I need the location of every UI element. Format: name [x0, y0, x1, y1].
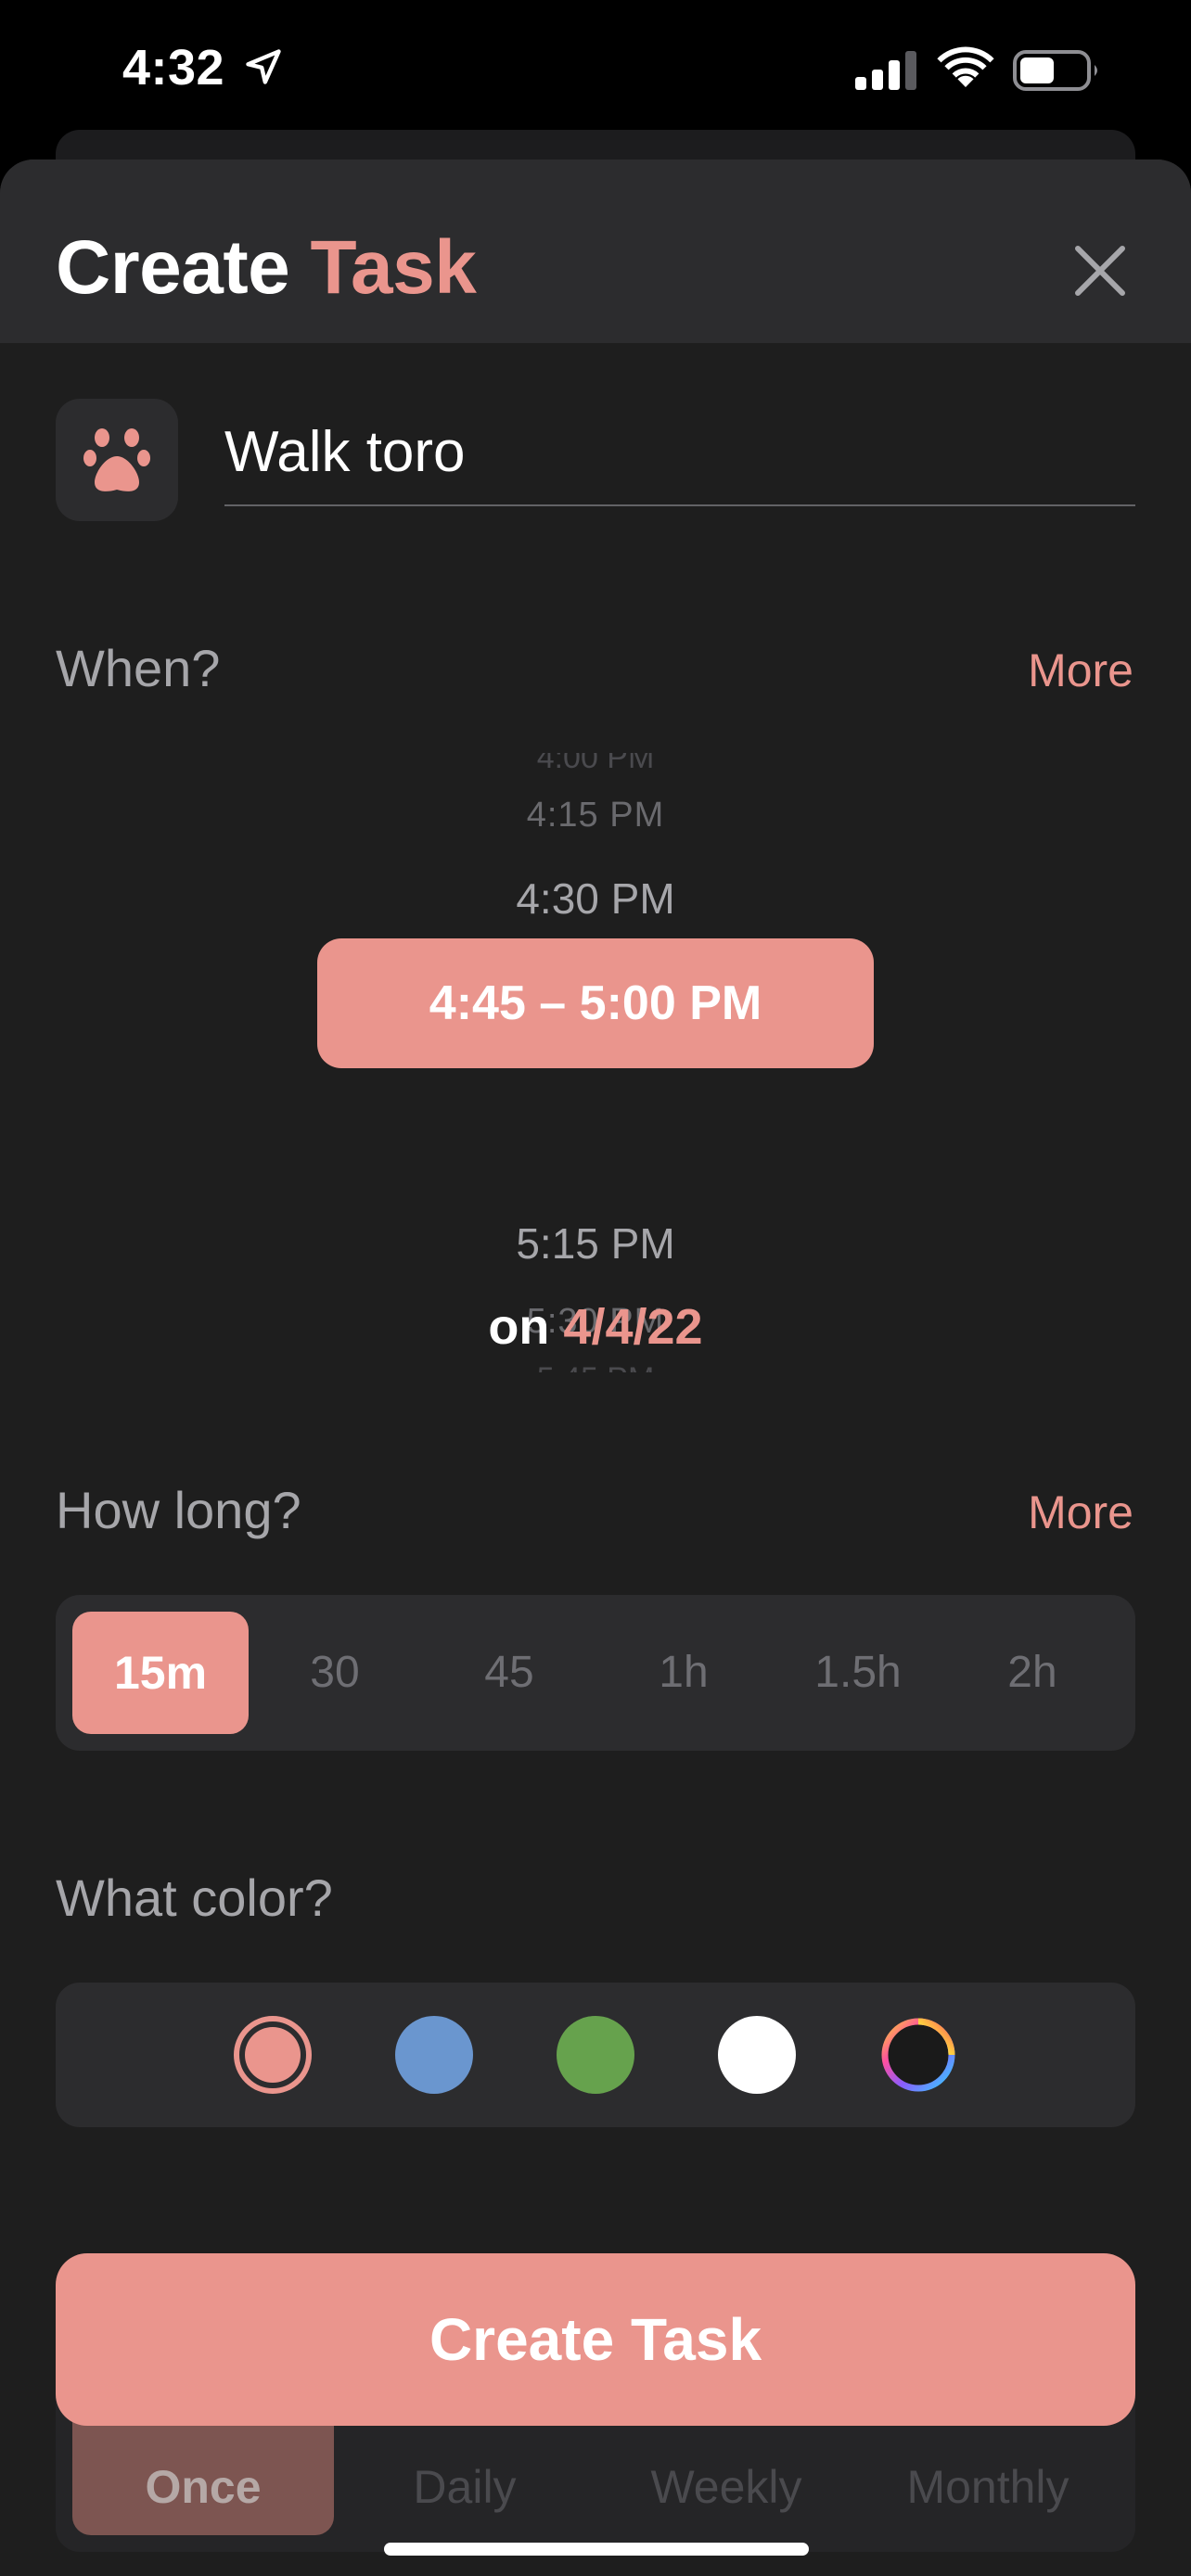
- duration-option-2h[interactable]: 2h: [944, 1612, 1121, 1734]
- status-time: 4:32: [122, 40, 225, 96]
- create-task-sheet: Create Task When? More 4:00 PM 4:15 PM 4…: [0, 159, 1191, 2576]
- battery-icon: [1013, 50, 1097, 91]
- location-arrow-icon: [246, 49, 281, 84]
- duration-segmented-control: 15m 30 45 1h 1.5h 2h: [56, 1595, 1135, 1751]
- title-prefix: Create: [56, 225, 290, 310]
- picker-selected-time[interactable]: 4:45 – 5:00 PM: [317, 938, 874, 1068]
- color-label: What color?: [56, 1868, 333, 1927]
- picker-row[interactable]: 4:00 PM: [0, 753, 1191, 772]
- task-icon-picker[interactable]: [56, 399, 178, 521]
- duration-option-15m[interactable]: 15m: [72, 1612, 249, 1734]
- duration-option-30[interactable]: 30: [247, 1612, 423, 1734]
- when-label: When?: [56, 639, 221, 697]
- how-long-label: How long?: [56, 1481, 301, 1539]
- picker-row[interactable]: 5:45 PM: [0, 1359, 1191, 1372]
- color-swatch-white[interactable]: [718, 2016, 796, 2094]
- picker-row[interactable]: 4:15 PM: [0, 796, 1191, 835]
- color-swatch-green[interactable]: [557, 2016, 634, 2094]
- create-task-button[interactable]: Create Task: [56, 2253, 1135, 2426]
- wifi-icon: [937, 46, 994, 87]
- duration-option-45[interactable]: 45: [421, 1612, 597, 1734]
- picker-row[interactable]: 5:15 PM: [0, 1218, 1191, 1269]
- task-name-input[interactable]: [224, 399, 1135, 506]
- title-accent: Task: [310, 225, 477, 310]
- status-bar: 4:32: [0, 0, 1191, 139]
- date-value[interactable]: 4/4/22: [563, 1299, 702, 1355]
- date-prefix: on: [488, 1299, 550, 1355]
- page-title: Create Task: [56, 224, 477, 312]
- cellular-signal-icon: [855, 51, 916, 90]
- picker-row[interactable]: 4:30 PM: [0, 874, 1191, 924]
- selected-swatch-fill: [245, 2027, 301, 2083]
- duration-option-1-5h[interactable]: 1.5h: [770, 1612, 946, 1734]
- duration-option-1h[interactable]: 1h: [596, 1612, 772, 1734]
- paw-icon: [83, 428, 150, 491]
- color-swatch-blue[interactable]: [395, 2016, 473, 2094]
- how-long-more-link[interactable]: More: [1028, 1486, 1133, 1539]
- color-swatch-salmon[interactable]: [234, 2016, 312, 2094]
- home-indicator: [384, 2543, 809, 2556]
- sheet-header: Create Task: [0, 159, 1191, 343]
- close-icon[interactable]: [1067, 237, 1133, 304]
- when-more-link[interactable]: More: [1028, 644, 1133, 697]
- color-wheel-icon[interactable]: [879, 2016, 957, 2094]
- date-row: on 4/4/22: [0, 1298, 1191, 1356]
- color-picker: [56, 1983, 1135, 2127]
